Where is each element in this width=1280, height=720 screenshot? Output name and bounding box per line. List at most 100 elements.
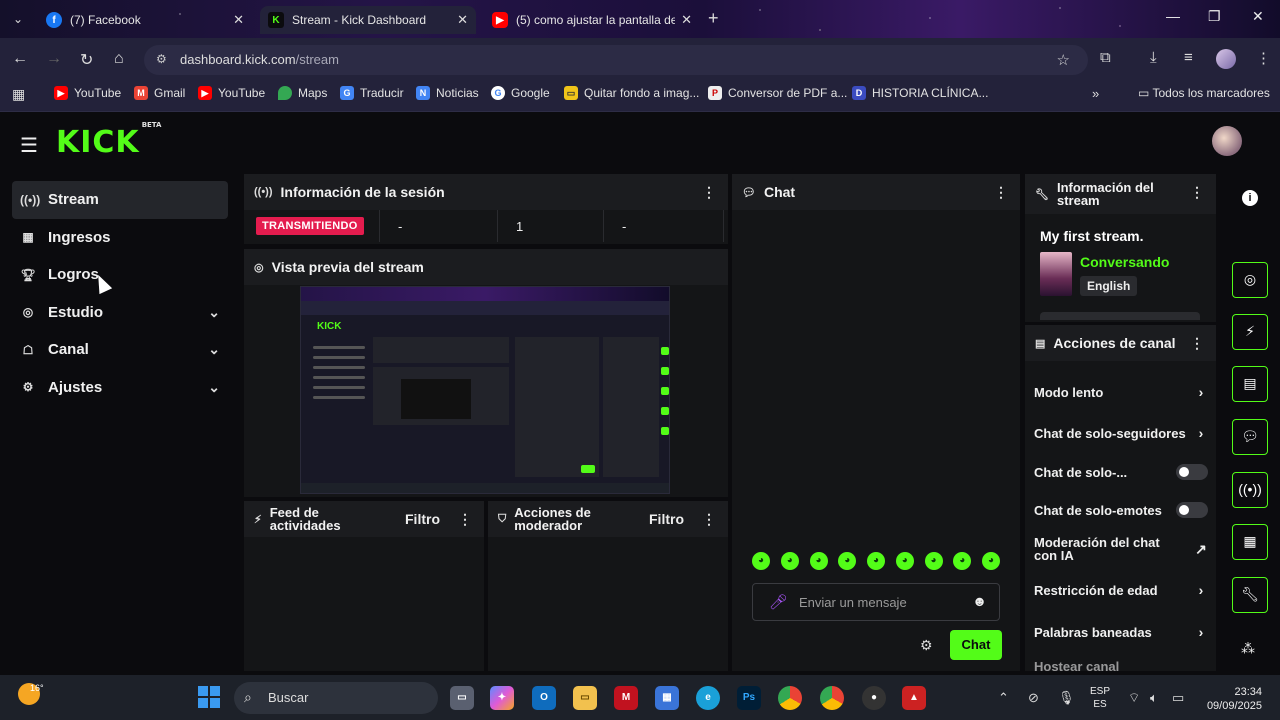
emote-icon[interactable]: ◕	[867, 552, 885, 570]
home-icon[interactable]: ⌂	[114, 50, 124, 68]
maximize-icon[interactable]: ❐	[1208, 8, 1221, 25]
bookmark-youtube[interactable]: ▶ YouTube	[54, 86, 121, 100]
chrome-icon[interactable]	[778, 686, 802, 710]
kebab-menu-icon[interactable]: ⋮	[1190, 184, 1204, 201]
emote-icon[interactable]: ◕	[780, 552, 799, 570]
bookmark-traducir[interactable]: G Traducir	[340, 86, 404, 100]
tray-network-off-icon[interactable]: ⊘	[1028, 690, 1039, 706]
chat-message-input[interactable]: 🎤︎ Enviar un mensaje ☻	[752, 583, 1000, 621]
windows-start-icon[interactable]	[198, 686, 220, 708]
microphone-icon[interactable]: 🎤︎	[769, 593, 788, 611]
bookmark-noticias[interactable]: N Noticias	[416, 86, 479, 100]
hamburger-menu-icon[interactable]: ☰	[20, 133, 38, 158]
media-control-icon[interactable]: ≡	[1184, 49, 1193, 66]
action-moderacion-ia[interactable]: Moderación del chat con IA ↗	[1034, 536, 1208, 562]
kebab-menu-icon[interactable]: ⋮	[994, 184, 1008, 201]
sidebar-item-estudio[interactable]: ◎ Estudio ⌄	[12, 294, 228, 332]
mod-filter-button[interactable]: Filtro	[649, 511, 684, 527]
apps-grid-icon[interactable]: ▦	[12, 86, 25, 103]
bookmark-conversor-pdf[interactable]: P Conversor de PDF a...	[708, 86, 847, 100]
system-clock[interactable]: 23:34 09/09/2025	[1206, 685, 1262, 713]
taskbar-search[interactable]: ⌕ Buscar	[234, 682, 438, 714]
more-bookmarks-icon[interactable]: »	[1092, 86, 1099, 101]
tab-kick-dashboard[interactable]: K Stream - Kick Dashboard ✕	[260, 6, 476, 34]
tray-mic-icon[interactable]: 🎙︎	[1058, 690, 1075, 706]
action-hostear-canal[interactable]: Hostear canal	[1034, 660, 1208, 672]
bookmark-star-icon[interactable]: ☆	[1057, 51, 1070, 69]
sidebar-item-ajustes[interactable]: ⚙ Ajustes ⌄	[12, 369, 228, 407]
volume-icon[interactable]: 🔈︎	[1150, 690, 1158, 706]
user-avatar[interactable]	[1212, 126, 1242, 156]
emote-icon[interactable]: ◕	[924, 552, 943, 570]
rail-wrench-icon[interactable]: 🔧︎	[1232, 577, 1268, 613]
sidebar-item-stream[interactable]: ((•)) Stream	[12, 181, 228, 219]
emote-icon[interactable]: ◕	[982, 552, 1000, 570]
rail-preview-icon[interactable]: ◎	[1232, 262, 1268, 298]
address-bar[interactable]: ⚙ dashboard.kick.com/stream ☆	[144, 45, 1088, 75]
rail-chat-icon[interactable]: 💬︎	[1232, 419, 1268, 455]
bookmark-gmail[interactable]: M Gmail	[134, 86, 185, 100]
emote-icon[interactable]: ◕	[752, 552, 770, 570]
download-icon[interactable]: ⤓	[1150, 49, 1157, 66]
chat-settings-icon[interactable]: ⚙	[920, 637, 933, 654]
sidebar-item-canal[interactable]: ☖ Canal ⌄	[12, 331, 228, 369]
tray-chevron-icon[interactable]: ⌃	[998, 690, 1009, 706]
minimize-icon[interactable]: —	[1166, 8, 1180, 24]
outlook-icon[interactable]: O	[532, 686, 556, 710]
forward-icon[interactable]: →	[46, 50, 62, 68]
rail-broadcast-icon[interactable]: ((•))	[1232, 472, 1268, 508]
action-modo-lento[interactable]: Modo lento ›	[1034, 384, 1208, 400]
sidebar-item-logros[interactable]: 🏆︎ Logros	[12, 256, 228, 294]
rail-layout-icon[interactable]: ▦	[1232, 524, 1268, 560]
tab-youtube[interactable]: ▶ (5) como ajustar la pantalla de c ✕	[484, 6, 700, 34]
photoshop-icon[interactable]: Ps	[737, 686, 761, 710]
rail-lightning-icon[interactable]: ⚡︎	[1232, 314, 1268, 350]
bookmark-historia-clinica[interactable]: D HISTORIA CLÍNICA...	[852, 86, 988, 100]
kick-logo[interactable]: KICK BETA	[56, 121, 161, 160]
edge-icon[interactable]: e	[696, 686, 720, 710]
info-icon[interactable]: i	[1242, 190, 1258, 206]
wifi-icon[interactable]: ⌔	[1128, 690, 1140, 706]
rail-document-icon[interactable]: ▤	[1232, 366, 1268, 402]
tab-facebook[interactable]: f (7) Facebook ✕	[38, 6, 252, 34]
action-solo-suscriptores[interactable]: Chat de solo-...	[1034, 464, 1208, 480]
category-name[interactable]: Conversando	[1080, 254, 1169, 270]
emote-icon[interactable]: ◕	[895, 552, 914, 570]
close-window-icon[interactable]: ✕	[1252, 8, 1264, 25]
edit-button-stub[interactable]	[1040, 312, 1200, 320]
all-bookmarks[interactable]: ▭ Todos los marcadores	[1138, 86, 1270, 100]
toggle-switch[interactable]	[1176, 464, 1208, 480]
site-info-icon[interactable]: ⚙	[156, 52, 167, 66]
bookmark-google[interactable]: G Google	[491, 86, 550, 100]
toggle-switch[interactable]	[1176, 502, 1208, 518]
action-solo-emotes[interactable]: Chat de solo-emotes	[1034, 502, 1208, 518]
bookmark-quitar-fondo[interactable]: ▭ Quitar fondo a imag...	[564, 86, 699, 100]
emote-icon[interactable]: ◕	[809, 552, 828, 570]
store-icon[interactable]: ▦	[655, 686, 679, 710]
input-language[interactable]: ESP ES	[1090, 685, 1110, 711]
profile-avatar[interactable]	[1216, 49, 1236, 69]
file-explorer-icon[interactable]: ▭	[573, 686, 597, 710]
kebab-menu-icon[interactable]: ⋮	[458, 511, 472, 528]
reload-icon[interactable]: ↻	[80, 50, 93, 70]
menu-icon[interactable]: ⋮	[1256, 49, 1271, 67]
kebab-menu-icon[interactable]: ⋮	[702, 511, 716, 528]
obs-icon[interactable]: ●	[862, 686, 886, 710]
close-tab-icon[interactable]: ✕	[681, 12, 692, 28]
close-tab-icon[interactable]: ✕	[233, 12, 244, 28]
chrome-profile-icon[interactable]	[820, 686, 844, 710]
action-restriccion-edad[interactable]: Restricción de edad ›	[1034, 582, 1208, 598]
emoji-icon[interactable]: ☻	[972, 593, 987, 609]
back-icon[interactable]: ←	[12, 50, 28, 68]
emote-icon[interactable]: ◕	[838, 552, 857, 570]
emote-icon[interactable]: ◕	[953, 552, 972, 570]
rail-more-icon[interactable]: ⁂	[1241, 640, 1255, 657]
sidebar-item-ingresos[interactable]: ▦ Ingresos	[12, 219, 228, 257]
send-chat-button[interactable]: Chat	[950, 630, 1002, 660]
bookmark-youtube-2[interactable]: ▶ YouTube	[198, 86, 265, 100]
task-view-icon[interactable]: ▭	[450, 686, 474, 710]
new-tab-icon[interactable]: +	[708, 8, 719, 29]
bookmark-maps[interactable]: Maps	[278, 86, 327, 100]
action-palabras-baneadas[interactable]: Palabras baneadas ›	[1034, 624, 1208, 640]
kebab-menu-icon[interactable]: ⋮	[1190, 335, 1204, 352]
